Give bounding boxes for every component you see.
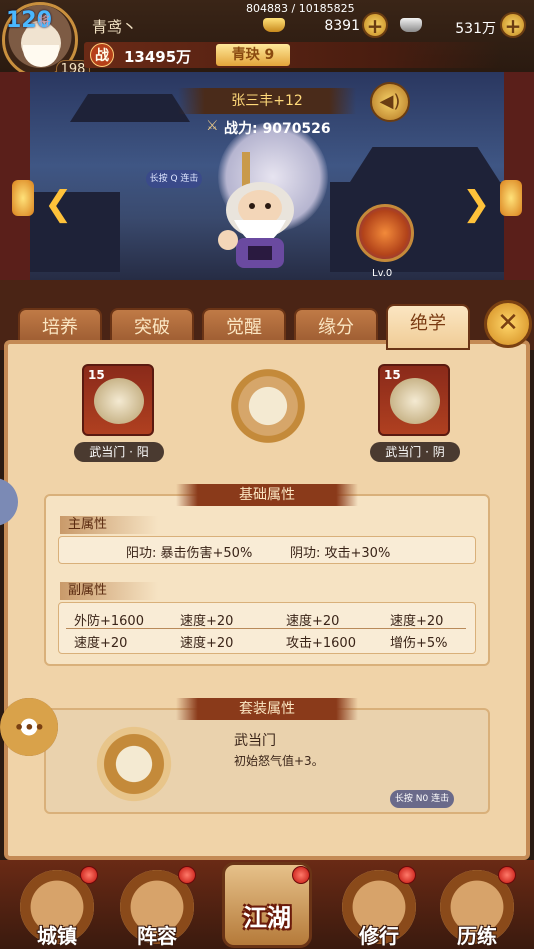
tab-ultimate[interactable]: 绝学 xyxy=(386,304,470,350)
total-power: 13495万 xyxy=(124,48,192,66)
sub-attr-cell: 攻击+1600 xyxy=(286,636,356,651)
add-silver-button[interactable]: + xyxy=(500,12,526,38)
add-gold-button[interactable]: + xyxy=(362,12,388,38)
sub-attr-cell: 速度+20 xyxy=(74,636,128,651)
chat-bubble-icon: ••• xyxy=(14,718,45,737)
sub-attr-cell: 增伤+5% xyxy=(390,636,448,651)
main-attr-yang: 阳功: 暴击伤害+50% xyxy=(126,546,253,561)
right-pillar xyxy=(504,72,534,280)
nav-town-label: 城镇 xyxy=(37,924,77,948)
silver-ingot-icon xyxy=(400,18,422,32)
skill-slot-yang[interactable]: 15 xyxy=(82,364,154,436)
suit-description: 初始怒气值+3。 xyxy=(234,754,324,768)
notification-dot xyxy=(80,866,98,884)
player-name: 青鸢丶 xyxy=(92,18,138,36)
main-attribute-row xyxy=(58,536,476,564)
sub-attr-cell: 速度+20 xyxy=(390,614,444,629)
prev-hero-arrow-icon[interactable]: ❮ xyxy=(44,184,73,224)
pagoda-roof-right xyxy=(350,147,500,182)
suit-scroll-icon[interactable] xyxy=(92,722,176,806)
suit-combo-hint: 长按 N0 连击 xyxy=(390,790,454,808)
notification-dot xyxy=(178,866,196,884)
skill-slot-yin[interactable]: 15 xyxy=(378,364,450,436)
sub-attr-cell: 速度+20 xyxy=(180,614,234,629)
hero-name-plate: 张三丰+12 xyxy=(178,88,356,114)
sub-attr-cell: 速度+20 xyxy=(286,614,340,629)
skill-level: 15 xyxy=(384,368,401,382)
base-attributes-header: 基础属性 xyxy=(176,484,358,506)
sub-attr-cell: 外防+1600 xyxy=(74,614,144,629)
gold-ingot-icon xyxy=(263,18,285,32)
rank-badge[interactable]: 青玦 9 xyxy=(216,44,290,66)
nav-practice-label: 修行 xyxy=(359,924,399,948)
silver-value: 531万 xyxy=(455,21,496,37)
main-attr-yin: 阴功: 攻击+30% xyxy=(290,546,391,561)
fist-artifact[interactable] xyxy=(356,204,414,262)
vip-suffix: 将 xyxy=(38,14,51,28)
avatar-beard xyxy=(23,45,59,67)
suit-name: 武当门 xyxy=(234,733,276,749)
crossed-swords-icon: ⚔ xyxy=(206,118,219,134)
sub-attribute-label: 副属性 xyxy=(60,582,158,600)
skill-level: 15 xyxy=(88,368,105,382)
notification-dot xyxy=(292,866,310,884)
lantern-icon xyxy=(12,180,34,216)
suit-attributes-header: 套装属性 xyxy=(176,698,358,720)
artifact-level: Lv.0 xyxy=(372,268,393,279)
exp-progress-text: 804883 / 10185825 xyxy=(246,2,355,15)
left-pillar xyxy=(0,72,30,280)
notification-dot xyxy=(398,866,416,884)
hero-character[interactable] xyxy=(198,150,322,272)
sub-attr-divider xyxy=(66,628,466,629)
next-hero-arrow-icon[interactable]: ❯ xyxy=(462,184,491,224)
scroll-icon xyxy=(390,378,440,424)
center-scroll-icon[interactable] xyxy=(230,368,306,444)
nav-lineup-label: 阵容 xyxy=(137,924,177,948)
lantern-icon xyxy=(500,180,522,216)
nav-training-label: 历练 xyxy=(457,924,497,948)
sub-attr-cell: 速度+20 xyxy=(180,636,234,651)
notification-dot xyxy=(498,866,516,884)
hero-power: 战力: 9070526 xyxy=(224,121,331,137)
scroll-icon xyxy=(94,378,144,424)
skill-label-yang: 武当门 · 阳 xyxy=(74,442,164,462)
pagoda-roof-left xyxy=(70,94,190,122)
combo-hint: 长按 Q 连击 xyxy=(146,170,202,188)
nav-jianghu-label: 江湖 xyxy=(243,904,291,932)
main-attribute-label: 主属性 xyxy=(60,516,158,534)
gold-value: 8391 xyxy=(324,18,360,34)
skill-label-yin: 武当门 · 阴 xyxy=(370,442,460,462)
close-icon[interactable]: ✕ xyxy=(484,300,532,348)
battle-power-icon: 战 xyxy=(90,43,114,67)
voice-play-button[interactable]: ◀) xyxy=(370,82,410,122)
